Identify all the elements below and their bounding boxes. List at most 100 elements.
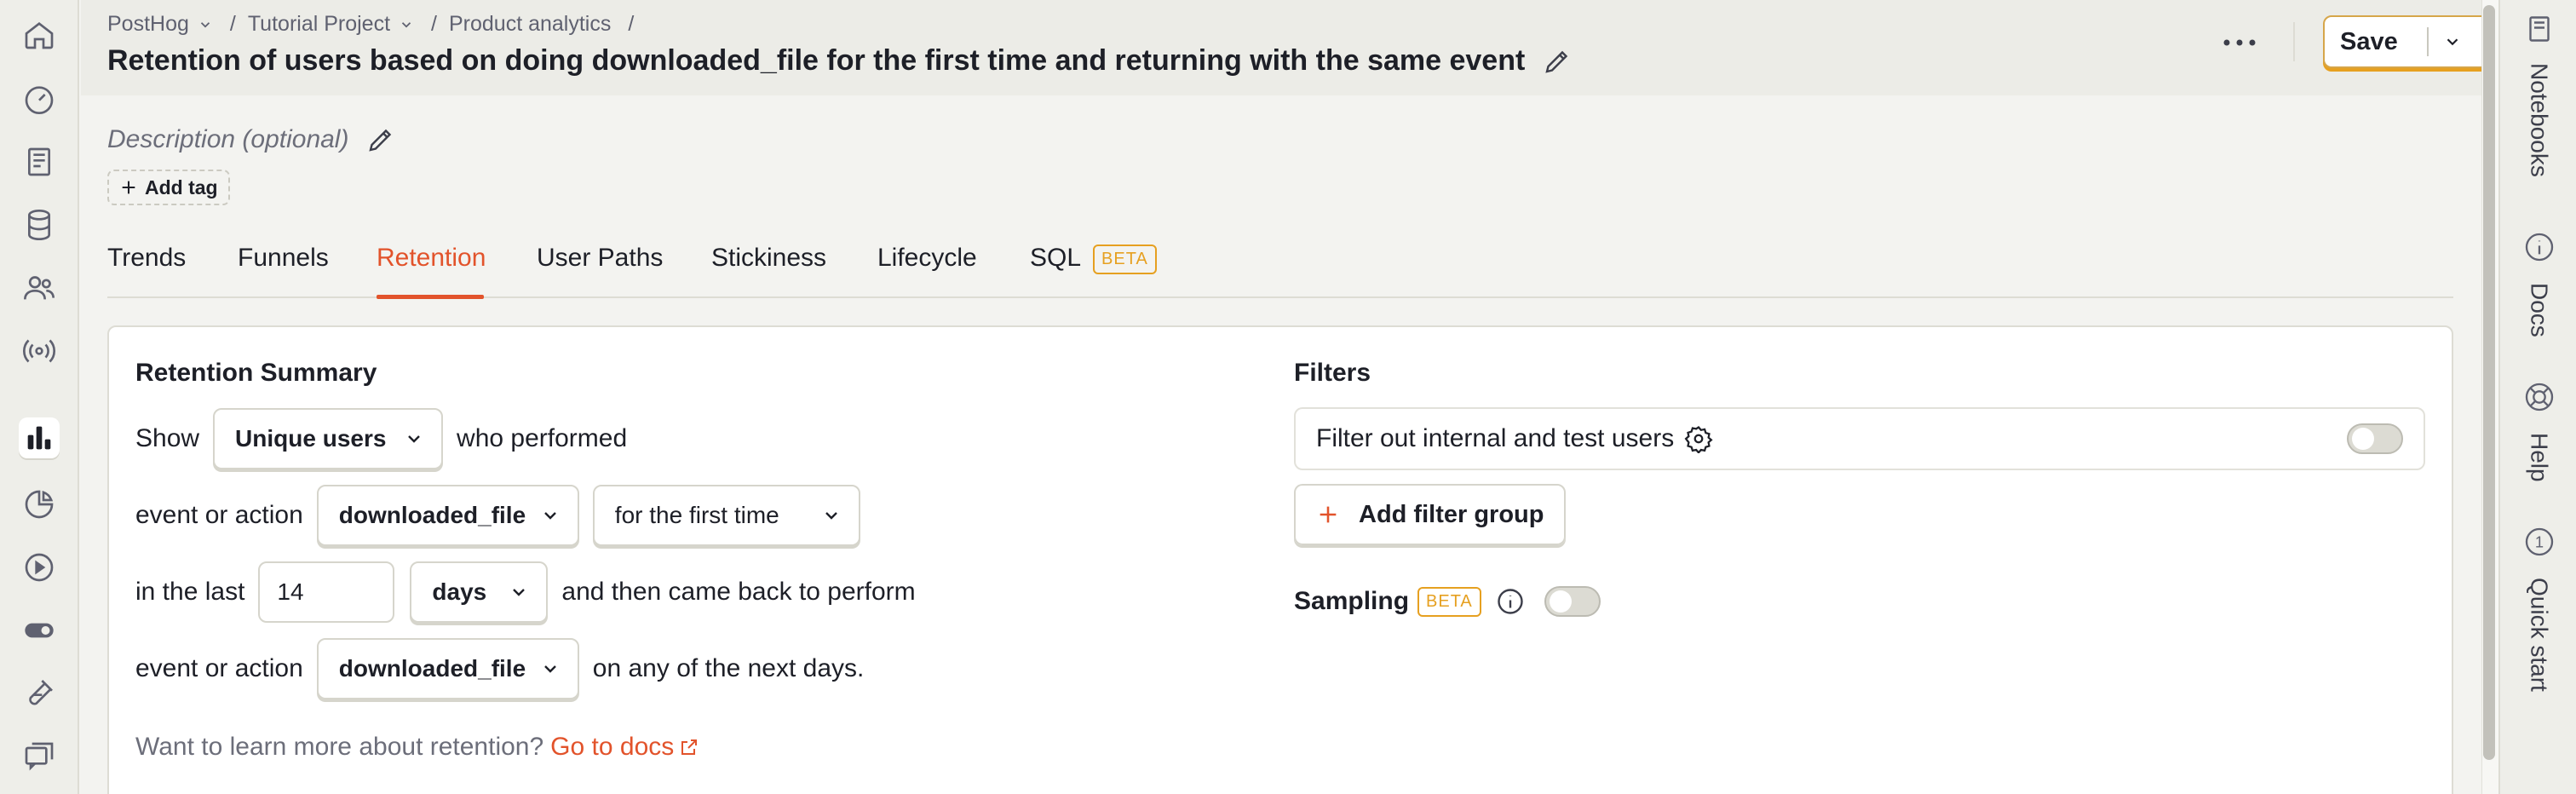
svg-text:1: 1 [2534, 533, 2543, 551]
header-divider [2293, 22, 2295, 61]
chevron-down-icon [200, 21, 210, 28]
aggregation-select[interactable]: Unique users [213, 408, 444, 469]
event-or-action-label: event or action [135, 654, 303, 682]
gear-icon[interactable] [1684, 424, 1713, 453]
who-performed-label: who performed [457, 424, 628, 452]
breadcrumb-section[interactable]: Product analytics [449, 12, 611, 37]
period-unit-value: days [432, 578, 487, 605]
product-analytics-icon[interactable] [19, 417, 60, 458]
learn-more-line: Want to learn more about retention? Go t… [135, 733, 699, 762]
pencil-icon[interactable] [365, 124, 396, 155]
chevron-down-icon [2447, 38, 2458, 46]
experiments-icon[interactable] [19, 673, 60, 714]
period-row: in the last 14 days and then came back t… [135, 561, 916, 623]
show-label: Show [135, 424, 200, 452]
show-row: Show Unique users who performed [135, 408, 627, 469]
more-options-button[interactable] [2214, 29, 2265, 56]
chevron-down-icon [543, 665, 556, 673]
tab-lifecycle[interactable]: Lifecycle [877, 244, 977, 273]
breadcrumb-separator: / [431, 12, 437, 36]
side-panel-quick-start[interactable]: 1 Quick start [2500, 525, 2576, 692]
tab-retention[interactable]: Retention [377, 244, 486, 273]
breadcrumb-project[interactable]: Tutorial Project [248, 12, 414, 37]
breadcrumb-org[interactable]: PostHog [107, 12, 213, 37]
period-count-input[interactable]: 14 [258, 561, 395, 623]
target-event-select-value: downloaded_file [338, 502, 526, 528]
session-replay-icon[interactable] [19, 547, 60, 588]
add-filter-group-button[interactable]: Add filter group [1294, 484, 1567, 545]
page-title: Retention of users based on doing downlo… [107, 44, 1573, 78]
side-panel-docs-label: Docs [2526, 283, 2553, 337]
notebooks-icon[interactable] [19, 141, 60, 182]
dashboards-icon[interactable] [19, 78, 60, 119]
side-panel-help-label: Help [2526, 433, 2553, 482]
tab-sql-label: SQL [1030, 244, 1082, 272]
chevron-down-icon [825, 512, 837, 520]
breadcrumb-project-label: Tutorial Project [247, 12, 391, 36]
people-icon[interactable] [19, 268, 60, 308]
add-tag-button[interactable]: Add tag [107, 170, 230, 205]
tab-stickiness[interactable]: Stickiness [711, 244, 826, 273]
go-to-docs-label: Go to docs [550, 733, 675, 761]
description-placeholder: Description (optional) [107, 125, 349, 153]
breadcrumb-section-label: Product analytics [448, 12, 612, 36]
left-sidebar [0, 0, 79, 794]
external-link-icon [681, 739, 698, 755]
side-panel: Notebooks Docs Help 1 Quick start [2498, 0, 2576, 794]
breadcrumb-separator: / [628, 12, 635, 36]
side-panel-help[interactable]: Help [2500, 380, 2576, 482]
retention-type-select[interactable]: for the first time [592, 485, 860, 546]
next-days-label: on any of the next days. [592, 654, 865, 682]
sampling-toggle[interactable] [1544, 586, 1601, 617]
side-panel-quick-start-label: Quick start [2526, 578, 2553, 692]
go-to-docs-link[interactable]: Go to docs [550, 733, 699, 762]
tab-user-paths[interactable]: User Paths [537, 244, 663, 273]
top-header: PostHog / Tutorial Project / Product ana… [81, 0, 2481, 95]
beta-badge: BETA [1093, 244, 1157, 274]
target-event-select[interactable]: downloaded_file [316, 485, 579, 546]
test-users-filter: Filter out internal and test users [1294, 407, 2425, 470]
progress-badge-icon: 1 [2525, 527, 2553, 556]
filters-heading: Filters [1294, 359, 1371, 387]
home-icon[interactable] [19, 14, 60, 55]
side-panel-notebooks[interactable]: Notebooks [2500, 14, 2576, 177]
save-options-button[interactable] [2429, 32, 2476, 51]
data-management-icon[interactable] [19, 204, 60, 245]
breadcrumb: PostHog / Tutorial Project / Product ana… [107, 12, 646, 37]
event-or-action-label: event or action [135, 501, 303, 529]
chevron-down-icon [513, 589, 526, 596]
scrollbar-thumb[interactable] [2483, 5, 2495, 760]
info-icon[interactable] [1495, 586, 1526, 617]
pencil-icon[interactable] [1542, 46, 1573, 77]
save-button-label[interactable]: Save [2325, 28, 2427, 56]
page-title-text[interactable]: Retention of users based on doing downlo… [107, 44, 1525, 78]
period-unit-select[interactable]: days [410, 561, 549, 623]
tab-trends[interactable]: Trends [107, 244, 186, 273]
test-users-label: Filter out internal and test users [1316, 424, 1675, 452]
info-icon [2525, 233, 2553, 262]
tab-sql[interactable]: SQL BETA [1030, 244, 1157, 274]
add-tag-label: Add tag [145, 175, 218, 198]
web-analytics-icon[interactable] [19, 484, 60, 525]
toggle-knob [1549, 590, 1572, 613]
side-panel-docs[interactable]: Docs [2500, 230, 2576, 337]
insight-type-tabs: Trends Funnels Retention User Paths Stic… [107, 228, 2453, 299]
return-event-select[interactable]: downloaded_file [316, 638, 579, 699]
description-field[interactable]: Description (optional) [107, 124, 396, 155]
lifebuoy-icon [2525, 383, 2553, 411]
in-the-last-label: in the last [135, 578, 245, 606]
breadcrumb-separator: / [229, 12, 236, 36]
tab-funnels[interactable]: Funnels [238, 244, 329, 273]
sampling-label: Sampling [1294, 587, 1410, 615]
retention-summary-heading: Retention Summary [135, 359, 377, 387]
activity-icon[interactable] [19, 331, 60, 371]
active-tab-indicator [377, 295, 484, 299]
period-count-value: 14 [277, 578, 304, 605]
add-filter-group-label: Add filter group [1359, 500, 1544, 528]
chevron-down-icon [408, 435, 420, 443]
test-users-toggle[interactable] [2347, 423, 2403, 454]
return-event-select-value: downloaded_file [338, 655, 526, 682]
feature-flags-icon[interactable] [19, 610, 60, 651]
surveys-icon[interactable] [19, 736, 60, 777]
notebook-icon [2528, 16, 2550, 42]
